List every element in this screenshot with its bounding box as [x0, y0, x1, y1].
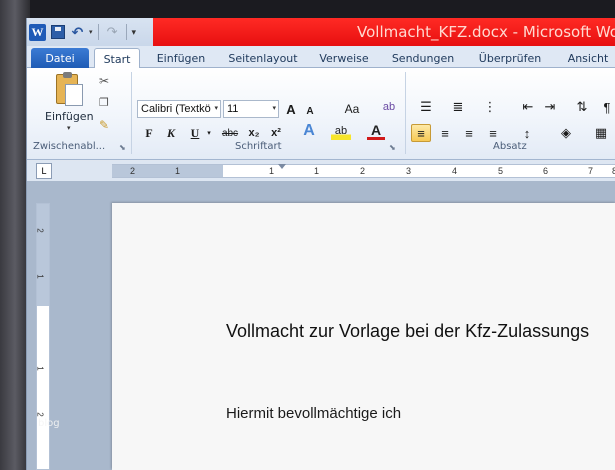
- tab-selector-button[interactable]: L: [36, 163, 52, 179]
- grow-font-button[interactable]: A: [283, 100, 299, 118]
- text-effects-icon[interactable]: A: [299, 122, 319, 140]
- subscript-button[interactable]: x₂: [245, 124, 263, 142]
- ruler-number: 5: [498, 166, 504, 176]
- first-line-indent-marker[interactable]: [278, 164, 286, 169]
- shading-icon[interactable]: ◈: [555, 124, 577, 142]
- qat-separator: [97, 24, 99, 40]
- ruler-left-margin: [112, 165, 223, 177]
- title-bar: W ↶ ▾ ↷ ▾ Vollmacht_KFZ.docx - Microsoft…: [27, 18, 615, 46]
- paste-button-label[interactable]: Einfügen: [45, 110, 94, 123]
- vertical-ruler[interactable]: 2 1 1 2: [36, 203, 50, 470]
- ribbon-home: Einfügen ▾ ✂ ❐ ✎ Zwischenabl... ⬊ Calibr…: [27, 68, 615, 160]
- font-color-icon[interactable]: A: [367, 122, 385, 140]
- superscript-button[interactable]: x²: [267, 124, 285, 142]
- ruler-number: 3: [406, 166, 412, 176]
- vruler-number: 2: [35, 228, 45, 233]
- ruler-number: 1: [269, 166, 275, 176]
- tab-page-layout[interactable]: Seitenlayout: [223, 48, 303, 68]
- borders-icon[interactable]: ▦: [591, 124, 611, 142]
- clipboard-launcher-icon[interactable]: ⬊: [119, 143, 126, 152]
- font-name-value: Calibri (Textkö: [141, 103, 211, 115]
- redo-icon[interactable]: ↷: [104, 24, 121, 41]
- outer-frame-top: [0, 0, 615, 18]
- tab-view[interactable]: Ansicht: [563, 48, 613, 68]
- tab-insert[interactable]: Einfügen: [149, 48, 213, 68]
- font-launcher-icon[interactable]: ⬊: [389, 143, 396, 152]
- italic-button[interactable]: K: [163, 124, 179, 142]
- format-painter-icon[interactable]: ✎: [99, 118, 109, 132]
- ruler-number: 6: [543, 166, 549, 176]
- paragraph-group-label: Absatz: [493, 141, 527, 152]
- document-page[interactable]: Vollmacht zur Vorlage bei der Kfz-Zulass…: [112, 203, 615, 470]
- tab-references[interactable]: Verweise: [315, 48, 373, 68]
- document-area: 2 1 1 2 Vollmacht zur Vorlage bei der Kf…: [27, 181, 615, 470]
- word-window: W ↶ ▾ ↷ ▾ Vollmacht_KFZ.docx - Microsoft…: [26, 18, 615, 470]
- ruler-number: 1: [175, 166, 181, 176]
- paste-dropdown-arrow[interactable]: ▾: [67, 124, 71, 132]
- vertical-ruler-top-margin: [37, 204, 49, 306]
- font-size-combo[interactable]: 11 ▾: [223, 100, 279, 118]
- change-case-button[interactable]: Aa: [339, 100, 365, 118]
- increase-indent-icon[interactable]: ⇥: [541, 98, 559, 116]
- clear-formatting-icon[interactable]: ab: [379, 98, 399, 116]
- font-name-combo[interactable]: Calibri (Textkö ▾: [137, 100, 221, 118]
- watermark-text: blog: [38, 418, 60, 429]
- underline-button[interactable]: U: [187, 124, 203, 142]
- numbering-icon[interactable]: ≣: [447, 98, 469, 116]
- copy-icon[interactable]: ❐: [99, 96, 109, 109]
- document-heading[interactable]: Vollmacht zur Vorlage bei der Kfz-Zulass…: [226, 321, 589, 342]
- paper-icon: [65, 84, 83, 106]
- strikethrough-button[interactable]: abc: [219, 124, 241, 142]
- ruler-number: 2: [360, 166, 366, 176]
- show-marks-icon[interactable]: ¶: [599, 98, 615, 116]
- font-group-label: Schriftart: [235, 141, 282, 152]
- ruler-number: 2: [130, 166, 136, 176]
- vruler-number: 2: [35, 412, 45, 417]
- underline-dropdown-arrow[interactable]: ▾: [205, 124, 213, 142]
- save-icon: [50, 25, 65, 39]
- customize-qat-icon[interactable]: ▾: [132, 27, 137, 38]
- quick-access-toolbar: W ↶ ▾ ↷ ▾: [29, 22, 136, 42]
- group-separator: [405, 72, 406, 154]
- ruler-number: 7: [588, 166, 594, 176]
- document-comma: ,: [510, 461, 514, 470]
- ruler-number: 4: [452, 166, 458, 176]
- undo-icon[interactable]: ↶: [69, 24, 86, 41]
- vruler-number: 1: [35, 274, 45, 279]
- align-center-button[interactable]: ≡: [435, 124, 455, 142]
- qat-separator: [125, 24, 127, 40]
- tab-start[interactable]: Start: [94, 48, 140, 69]
- bold-button[interactable]: F: [141, 124, 157, 142]
- highlight-icon[interactable]: ab: [331, 122, 351, 140]
- cut-icon[interactable]: ✂: [99, 74, 109, 88]
- sort-icon[interactable]: ⇅: [573, 98, 591, 116]
- ruler-row: L 2 1 1 1 2 3 4 5 6 7 8: [27, 161, 615, 181]
- ribbon-tab-row: Datei Start Einfügen Seitenlayout Verwei…: [27, 46, 615, 69]
- ruler-number: 1: [314, 166, 320, 176]
- justify-button[interactable]: ≡: [483, 124, 503, 142]
- tab-file[interactable]: Datei: [31, 48, 89, 68]
- align-right-button[interactable]: ≡: [459, 124, 479, 142]
- horizontal-ruler[interactable]: 2 1 1 1 2 3 4 5 6 7 8: [112, 164, 615, 178]
- paste-icon[interactable]: [51, 72, 85, 108]
- chevron-down-icon: ▾: [272, 105, 276, 112]
- clipboard-group-label: Zwischenabl...: [33, 141, 106, 152]
- undo-dropdown-arrow[interactable]: ▾: [89, 28, 93, 36]
- chevron-down-icon: ▾: [214, 105, 218, 112]
- line-spacing-icon[interactable]: ↕: [515, 124, 539, 142]
- multilevel-list-icon[interactable]: ⋮: [479, 98, 501, 116]
- save-button[interactable]: [49, 24, 66, 41]
- decrease-indent-icon[interactable]: ⇤: [519, 98, 537, 116]
- vruler-number: 1: [35, 366, 45, 371]
- window-title: Vollmacht_KFZ.docx - Microsoft Word: [357, 23, 615, 41]
- bullets-icon[interactable]: ☰: [415, 98, 437, 116]
- tab-review[interactable]: Überprüfen: [473, 48, 547, 68]
- shrink-font-button[interactable]: A: [303, 102, 317, 120]
- group-separator: [131, 72, 132, 154]
- tab-mailings[interactable]: Sendungen: [387, 48, 459, 68]
- align-left-button[interactable]: ≡: [411, 124, 431, 142]
- word-app-icon[interactable]: W: [29, 23, 46, 41]
- document-paragraph[interactable]: Hiermit bevollmächtige ich: [226, 405, 401, 422]
- font-size-value: 11: [227, 103, 239, 115]
